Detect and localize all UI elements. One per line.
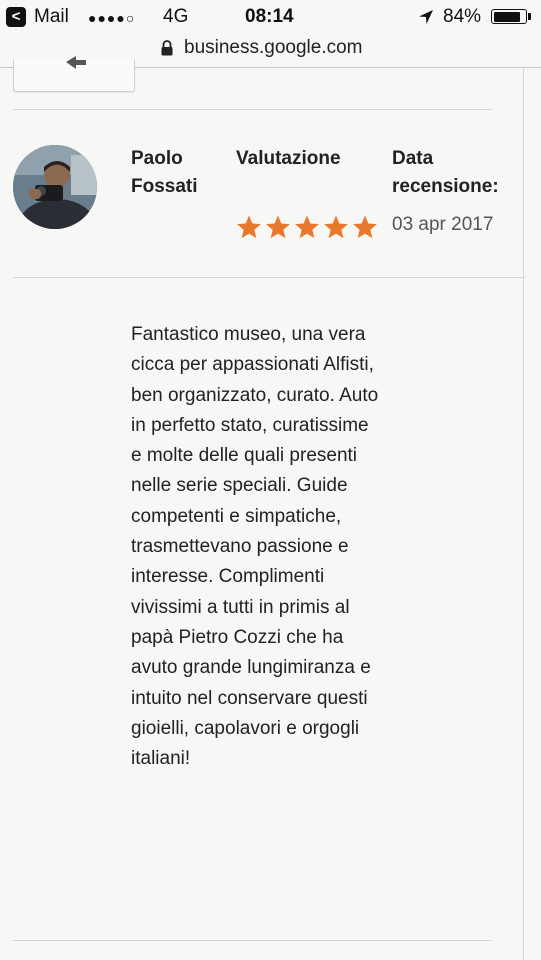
battery-level-fill — [493, 11, 520, 22]
reply-arrow-icon — [66, 56, 86, 69]
star-icon — [237, 215, 261, 239]
url-text[interactable]: business.google.com — [184, 37, 363, 59]
star-icon — [295, 215, 319, 239]
back-button[interactable] — [13, 56, 135, 92]
rating-header: Valutazione — [236, 148, 341, 169]
scrollbar[interactable] — [523, 68, 524, 960]
star-icon — [266, 215, 290, 239]
signal-strength-icon: ●●●●○ — [88, 10, 136, 26]
review-date: 03 apr 2017 — [392, 214, 494, 235]
review-text: Fantastico museo, una vera cicca per app… — [131, 324, 379, 770]
back-to-app-button[interactable]: < — [6, 7, 26, 27]
date-header: Data recensione: — [392, 148, 499, 197]
location-arrow-icon — [419, 10, 433, 24]
network-type: 4G — [163, 6, 189, 27]
back-app-label[interactable]: Mail — [34, 6, 69, 28]
battery-tip — [528, 13, 531, 20]
battery-icon — [491, 9, 527, 24]
user-photo — [13, 145, 97, 229]
star-icon — [353, 215, 377, 239]
divider — [13, 109, 492, 110]
status-bar: < Mail ●●●●○ 4G 08:14 84% — [0, 0, 541, 34]
avatar — [13, 145, 97, 229]
divider — [13, 277, 525, 278]
lock-icon — [161, 40, 173, 56]
star-icon — [324, 215, 348, 239]
clock: 08:14 — [245, 6, 294, 27]
star-rating — [237, 215, 377, 239]
divider — [13, 940, 492, 941]
reviewer-name: Paolo Fossati — [131, 148, 198, 197]
battery-percentage: 84% — [443, 6, 482, 27]
